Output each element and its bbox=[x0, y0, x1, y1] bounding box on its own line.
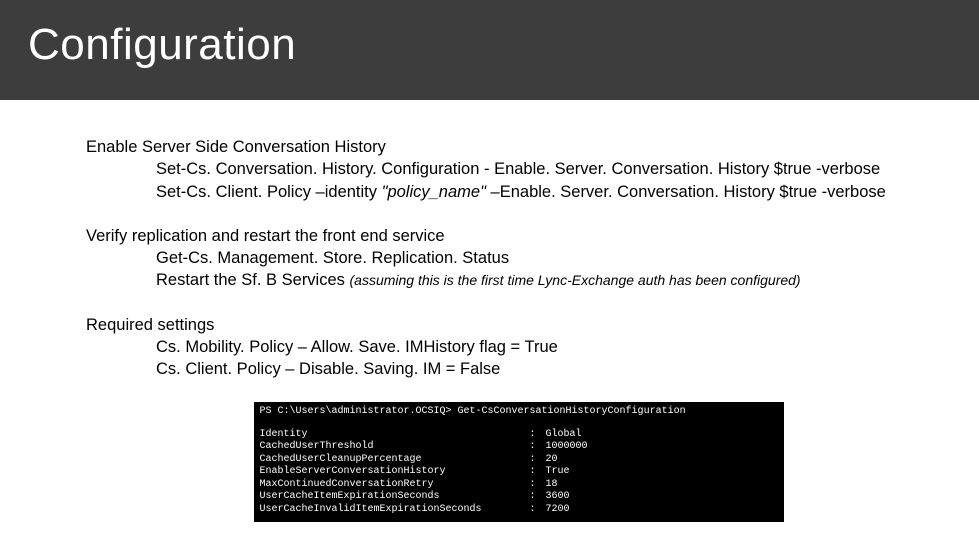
section-enable: Enable Server Side Conversation History … bbox=[86, 136, 951, 203]
cmd-part: Set-Cs. Client. Policy –identity bbox=[156, 183, 382, 201]
section-heading: Verify replication and restart the front… bbox=[86, 225, 951, 247]
slide-title: Configuration bbox=[28, 20, 951, 70]
slide-body: Enable Server Side Conversation History … bbox=[0, 100, 979, 522]
terminal-screenshot: PS C:\Users\administrator.OCSIQ> Get-CsC… bbox=[254, 402, 784, 522]
cmd-part: –Enable. Server. Conversation. History $… bbox=[486, 183, 886, 201]
setting-line: Cs. Client. Policy – Disable. Saving. IM… bbox=[86, 358, 951, 380]
command-line: Set-Cs. Client. Policy –identity "policy… bbox=[86, 181, 951, 203]
terminal-row: MaxContinuedConversationRetry:18 bbox=[260, 479, 778, 492]
terminal-row: Identity:Global bbox=[260, 429, 778, 442]
cmd-policy-name: "policy_name" bbox=[382, 183, 486, 201]
terminal-wrap: PS C:\Users\administrator.OCSIQ> Get-CsC… bbox=[86, 402, 951, 522]
section-verify: Verify replication and restart the front… bbox=[86, 225, 951, 292]
cmd-part: Restart the Sf. B Services bbox=[156, 271, 350, 289]
terminal-prompt: PS C:\Users\administrator.OCSIQ> Get-CsC… bbox=[260, 406, 778, 419]
setting-line: Cs. Mobility. Policy – Allow. Save. IMHi… bbox=[86, 336, 951, 358]
section-heading: Enable Server Side Conversation History bbox=[86, 136, 951, 158]
cmd-note: (assuming this is the first time Lync-Ex… bbox=[350, 272, 801, 288]
command-line: Get-Cs. Management. Store. Replication. … bbox=[86, 247, 951, 269]
terminal-row: UserCacheItemExpirationSeconds:3600 bbox=[260, 491, 778, 504]
terminal-row: EnableServerConversationHistory:True bbox=[260, 466, 778, 479]
command-line: Restart the Sf. B Services (assuming thi… bbox=[86, 269, 951, 291]
terminal-row: CachedUserCleanupPercentage:20 bbox=[260, 454, 778, 467]
command-line: Set-Cs. Conversation. History. Configura… bbox=[86, 158, 951, 180]
terminal-row: CachedUserThreshold:1000000 bbox=[260, 441, 778, 454]
section-heading: Required settings bbox=[86, 314, 951, 336]
slide-header: Configuration bbox=[0, 0, 979, 100]
terminal-row: UserCacheInvalidItemExpirationSeconds:72… bbox=[260, 504, 778, 517]
section-required: Required settings Cs. Mobility. Policy –… bbox=[86, 314, 951, 381]
